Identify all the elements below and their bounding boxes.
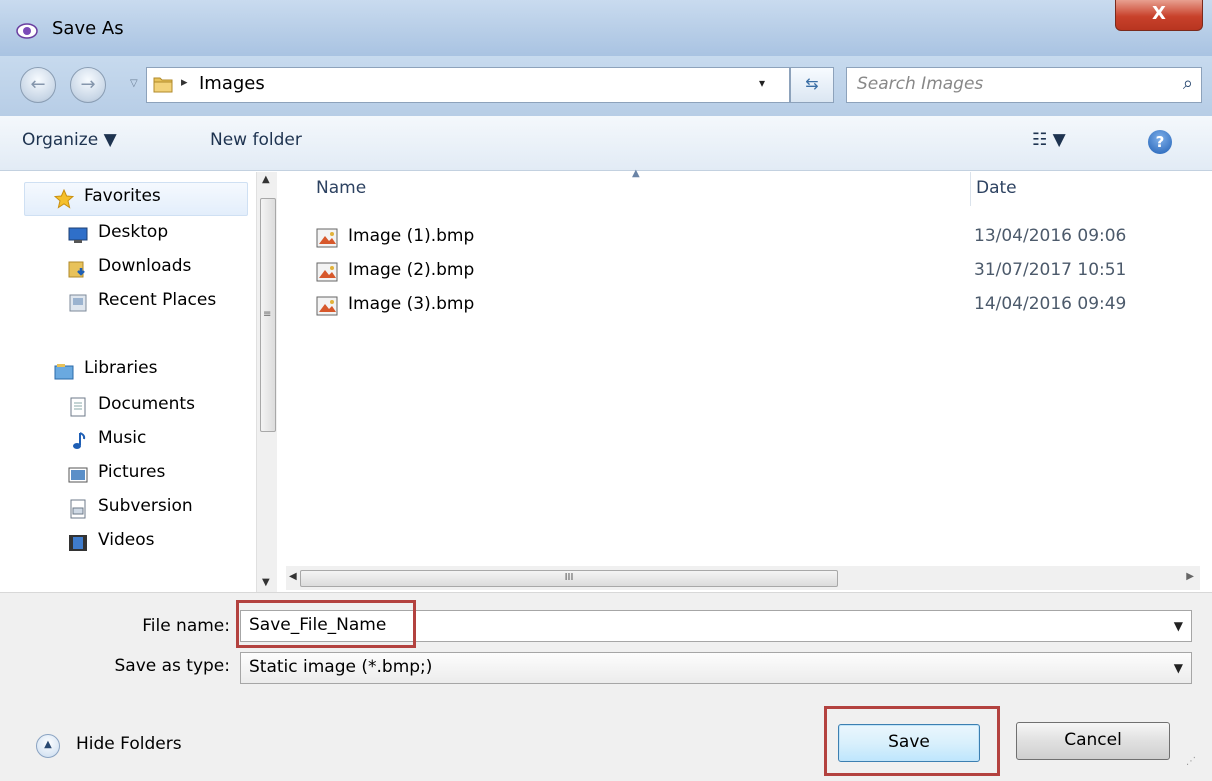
cancel-button[interactable]: Cancel: [1016, 722, 1170, 760]
recent-places-icon: [69, 294, 87, 312]
file-date: 31/07/2017 10:51: [974, 260, 1127, 280]
save-as-type-select[interactable]: Static image (*.bmp;) ▼: [240, 652, 1192, 684]
highlight-file-name: [236, 600, 416, 648]
hide-folders-icon: ▲: [36, 734, 60, 758]
column-divider[interactable]: [970, 172, 971, 206]
scroll-up-icon[interactable]: ▲: [262, 174, 270, 185]
column-header-date[interactable]: Date: [976, 178, 1017, 198]
scrollbar-grip-icon: ≡: [263, 309, 272, 320]
file-name-label: File name:: [142, 616, 230, 636]
resize-grip-icon[interactable]: ⋰: [1186, 756, 1196, 767]
navigation-bar: ← → ▽ ▸ Images ▾ ⇆ Search Images ⌕: [0, 56, 1212, 116]
file-date: 13/04/2016 09:06: [974, 226, 1127, 246]
file-row[interactable]: Image (1).bmp 13/04/2016 09:06: [316, 224, 1196, 252]
downloads-folder-icon: [68, 261, 85, 278]
search-input[interactable]: Search Images ⌕: [846, 67, 1202, 103]
horizontal-scrollbar-thumb[interactable]: III: [300, 570, 838, 587]
organize-menu[interactable]: Organize ▼: [22, 130, 117, 150]
window-title: Save As: [52, 18, 124, 39]
bitmap-file-icon: [316, 262, 338, 282]
scroll-left-icon[interactable]: ◀: [289, 571, 297, 582]
file-name-dropdown-icon[interactable]: ▼: [1174, 619, 1183, 633]
change-view-icon[interactable]: ☷ ▼: [1032, 130, 1066, 150]
subversion-icon: [70, 499, 86, 519]
folder-icon: [153, 77, 173, 93]
music-icon: [73, 432, 86, 449]
command-toolbar: Organize ▼ New folder ☷ ▼ ?: [0, 116, 1212, 171]
title-bar: Save As X: [0, 0, 1212, 56]
back-button[interactable]: ←: [20, 67, 56, 103]
address-bar[interactable]: ▸ Images ▾: [146, 67, 790, 103]
libraries-icon: [54, 364, 74, 380]
help-icon[interactable]: ?: [1148, 130, 1172, 154]
navigation-pane-scrollbar[interactable]: ▲ ≡ ▼: [256, 172, 277, 592]
recent-locations-dropdown[interactable]: ▽: [130, 78, 138, 89]
search-icon[interactable]: ⌕: [1183, 73, 1193, 94]
highlight-save-button: [824, 706, 1000, 776]
new-folder-button[interactable]: New folder: [210, 130, 302, 150]
file-date: 14/04/2016 09:49: [974, 294, 1127, 314]
column-header-name[interactable]: Name: [316, 178, 366, 198]
file-name: Image (2).bmp: [348, 260, 475, 280]
file-list-horizontal-scrollbar[interactable]: ◀ III ▶: [286, 566, 1200, 590]
search-placeholder: Search Images: [857, 74, 984, 94]
pictures-icon: [68, 467, 88, 483]
forward-button[interactable]: →: [70, 67, 106, 103]
bitmap-file-icon: [316, 228, 338, 248]
address-dropdown-icon[interactable]: ▾: [759, 76, 765, 90]
file-name: Image (1).bmp: [348, 226, 475, 246]
refresh-button[interactable]: ⇆: [790, 67, 834, 103]
file-row[interactable]: Image (2).bmp 31/07/2017 10:51: [316, 258, 1196, 286]
documents-icon: [70, 397, 86, 417]
save-as-type-value: Static image (*.bmp;): [249, 657, 433, 677]
sort-ascending-icon: ▲: [632, 168, 640, 179]
star-icon: [54, 189, 74, 209]
file-row[interactable]: Image (3).bmp 14/04/2016 09:49: [316, 292, 1196, 320]
scroll-right-icon[interactable]: ▶: [1186, 571, 1194, 582]
desktop-icon: [68, 227, 88, 243]
app-icon: [16, 23, 38, 39]
close-button[interactable]: X: [1115, 0, 1203, 31]
breadcrumb-separator-icon[interactable]: ▸: [181, 75, 188, 90]
save-as-type-label: Save as type:: [114, 656, 230, 676]
videos-icon: [69, 535, 87, 551]
breadcrumb-images[interactable]: Images: [199, 73, 265, 94]
bitmap-file-icon: [316, 296, 338, 316]
save-as-type-dropdown-icon[interactable]: ▼: [1174, 661, 1183, 675]
scroll-down-icon[interactable]: ▼: [262, 577, 270, 588]
file-name: Image (3).bmp: [348, 294, 475, 314]
